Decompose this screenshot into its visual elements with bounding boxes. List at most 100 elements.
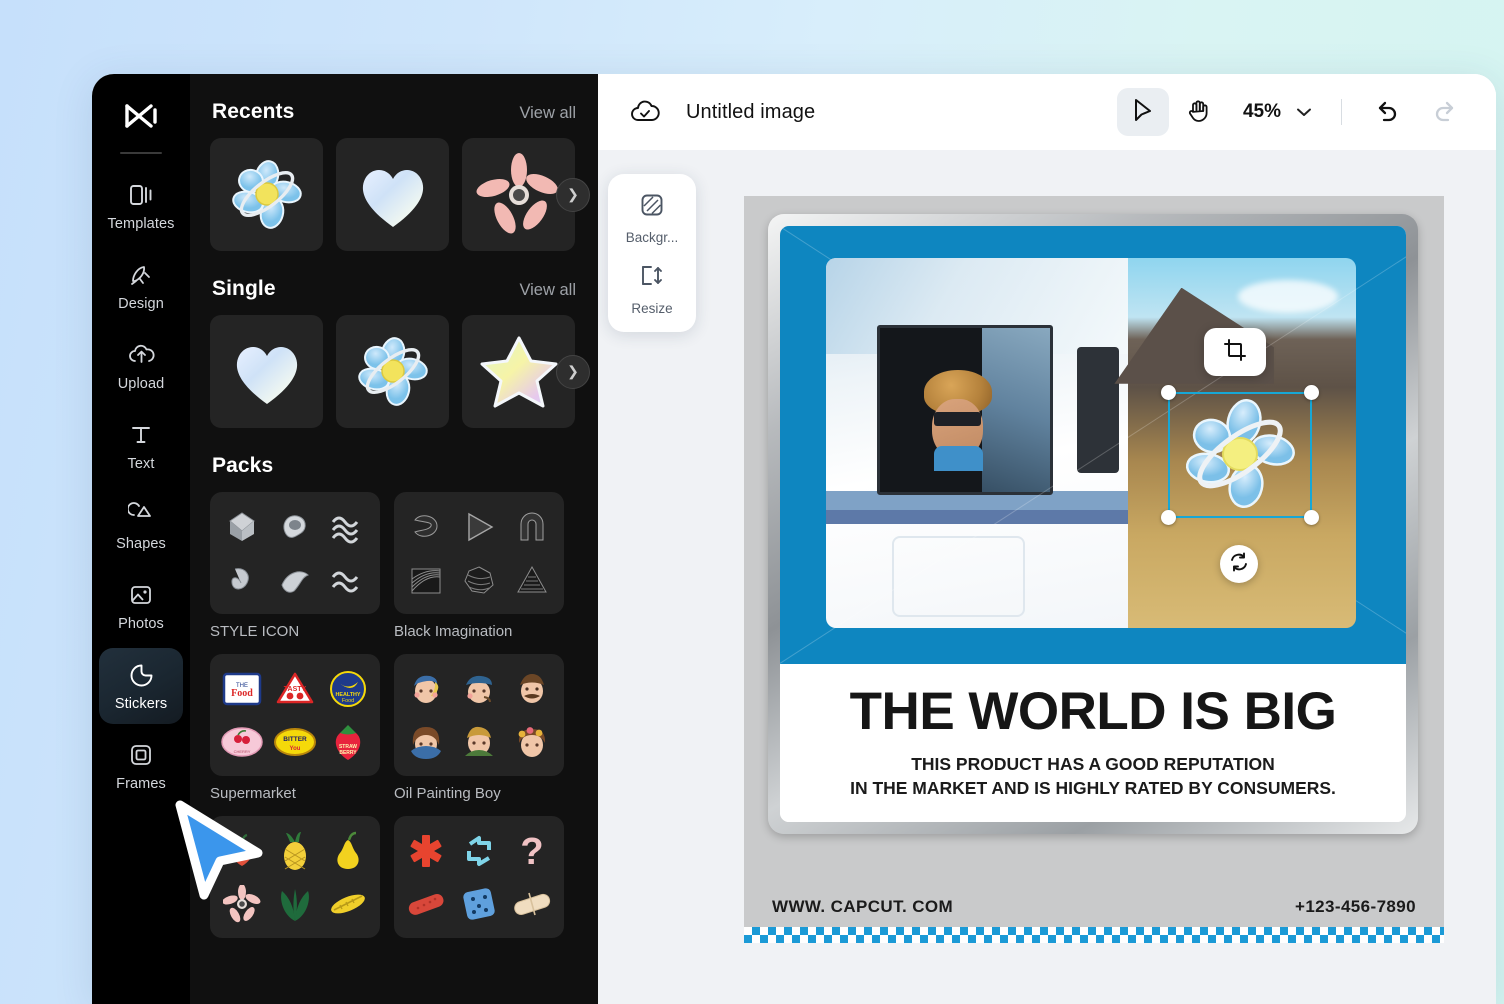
pack-card[interactable]: Black Imagination: [394, 492, 564, 640]
poster-headline[interactable]: THE WORLD IS BIG: [850, 685, 1337, 738]
capcut-logo-icon[interactable]: [117, 92, 165, 140]
sidebar-item-templates[interactable]: Templates: [99, 168, 183, 244]
pack-thumbnails: [210, 492, 380, 614]
view-all-recents-link[interactable]: View all: [519, 104, 576, 123]
rotate-button[interactable]: [1220, 545, 1258, 583]
bandage-icon: [510, 882, 554, 926]
tasty-sticker-icon: TASTY: [273, 667, 317, 711]
black-arch-icon: [510, 505, 554, 549]
sticker-tile[interactable]: [336, 315, 449, 428]
black-lines-square-icon: [404, 558, 448, 602]
sidebar-item-design[interactable]: Design: [99, 248, 183, 324]
resize-handle-top-left[interactable]: [1161, 385, 1176, 400]
boy-pipe-avatar-icon: [457, 667, 501, 711]
resize-handle-top-right[interactable]: [1304, 385, 1319, 400]
rail-divider: [120, 152, 162, 154]
sidebar-item-photos[interactable]: Photos: [99, 568, 183, 644]
van-door-panel: [892, 535, 1026, 617]
pack-card[interactable]: Oil Painting Boy: [394, 654, 564, 802]
section-header-single: Single View all: [210, 251, 578, 315]
corn-icon: [326, 882, 370, 926]
select-tool-button[interactable]: [1116, 88, 1169, 136]
boy-green-avatar-icon: [457, 720, 501, 764]
tool-label: Backgr...: [625, 230, 679, 245]
svg-text:TASTY: TASTY: [284, 686, 307, 693]
svg-text:Food: Food: [342, 698, 354, 704]
resize-handle-bottom-right[interactable]: [1304, 510, 1319, 525]
poster-text-panel: THE WORLD IS BIG THIS PRODUCT HAS A GOOD…: [780, 664, 1406, 822]
editor-toolbar: Untitled image 45%: [598, 74, 1496, 150]
view-all-single-link[interactable]: View all: [519, 281, 576, 300]
girl-flower-crown-avatar-icon: [510, 720, 554, 764]
undo-button[interactable]: [1362, 88, 1414, 136]
sidebar-item-text[interactable]: Text: [99, 408, 183, 484]
frames-icon: [126, 740, 156, 770]
pack-card[interactable]: [210, 816, 380, 947]
chrome-cube-icon: [220, 505, 264, 549]
poster-subtext[interactable]: THIS PRODUCT HAS A GOOD REPUTATION IN TH…: [850, 753, 1336, 801]
man-mustache-avatar-icon: [510, 667, 554, 711]
chrome-blob-icon: [273, 505, 317, 549]
artboard[interactable]: THE WORLD IS BIG THIS PRODUCT HAS A GOOD…: [744, 196, 1444, 943]
resize-handle-bottom-left[interactable]: [1161, 510, 1176, 525]
selection-bounding-box[interactable]: [1161, 385, 1319, 525]
design-icon: [126, 260, 156, 290]
section-header-recents: Recents View all: [210, 74, 578, 138]
crop-icon: [1223, 338, 1247, 367]
sticker-icon: [126, 660, 156, 690]
pack-card[interactable]: THE Food TASTY HEALTHY Food CHERRY BITTER Y…: [210, 654, 380, 802]
canvas-stage[interactable]: Backgr... Resize THE WORLD IS BIG THIS P…: [598, 150, 1496, 1004]
recents-next-arrow[interactable]: ❯: [556, 177, 590, 212]
sticker-tile[interactable]: [336, 138, 449, 251]
pack-card[interactable]: ?: [394, 816, 564, 947]
cloud: [1237, 280, 1338, 314]
sticker-tile[interactable]: [210, 315, 323, 428]
black-play-icon: [457, 505, 501, 549]
poster-subtext-line2: IN THE MARKET AND IS HIGHLY RATED BY CON…: [850, 778, 1336, 798]
undo-icon: [1375, 98, 1401, 127]
artboard-content: THE WORLD IS BIG THIS PRODUCT HAS A GOOD…: [744, 196, 1444, 943]
rotate-icon: [1229, 552, 1249, 577]
sidebar-item-label: Stickers: [114, 696, 168, 712]
sidebar-item-upload[interactable]: Upload: [99, 328, 183, 404]
svg-text:BITTER: BITTER: [283, 736, 307, 743]
photos-icon: [126, 580, 156, 610]
sidebar-item-shapes[interactable]: Shapes: [99, 488, 183, 564]
pack-thumbnails: THE Food TASTY HEALTHY Food CHERRY BITTER Y…: [210, 654, 380, 776]
pack-thumbnails: [394, 654, 564, 776]
chrome-squiggle2-icon: [326, 558, 370, 602]
section-header-packs: Packs: [210, 428, 578, 492]
sidebar-item-stickers[interactable]: Stickers: [99, 648, 183, 724]
document-title[interactable]: Untitled image: [686, 101, 815, 124]
pack-card[interactable]: STYLE ICON: [210, 492, 380, 640]
hand-tool-button[interactable]: [1173, 88, 1225, 136]
cursor-select-icon: [1131, 97, 1155, 128]
sidebar-item-frames[interactable]: Frames: [99, 728, 183, 804]
black-twist-icon: [404, 505, 448, 549]
girl-pearl-earring-avatar-icon: [404, 667, 448, 711]
sausage-icon: [404, 882, 448, 926]
chevron-down-icon[interactable]: [1287, 92, 1321, 132]
background-tool-button[interactable]: Backgr...: [612, 188, 692, 249]
resize-tool-button[interactable]: Resize: [612, 259, 692, 320]
zoom-level-value[interactable]: 45%: [1243, 101, 1281, 123]
dice-icon: [457, 882, 501, 926]
resize-icon: [639, 263, 665, 294]
redo-button[interactable]: [1418, 88, 1470, 136]
asterisk-icon: [404, 829, 448, 873]
single-next-arrow[interactable]: ❯: [556, 354, 590, 389]
poster-footer-phone[interactable]: +123-456-7890: [1295, 897, 1416, 917]
poster-footer-website[interactable]: WWW. CAPCUT. COM: [772, 897, 953, 917]
chrome-knot-icon: [220, 558, 264, 602]
pineapple-icon: [273, 829, 317, 873]
crop-button[interactable]: [1204, 328, 1266, 376]
cloud-save-icon[interactable]: [628, 95, 662, 129]
chrome-bird-icon: [273, 558, 317, 602]
question-mark-icon: ?: [510, 829, 554, 873]
girl-blue-avatar-icon: [404, 720, 448, 764]
plant-leaves-icon: [273, 882, 317, 926]
poster-footer: WWW. CAPCUT. COM +123-456-7890: [744, 897, 1444, 917]
sticker-tile[interactable]: [210, 138, 323, 251]
sidebar-item-label: Text: [127, 456, 155, 472]
pack-label: Black Imagination: [394, 623, 513, 640]
